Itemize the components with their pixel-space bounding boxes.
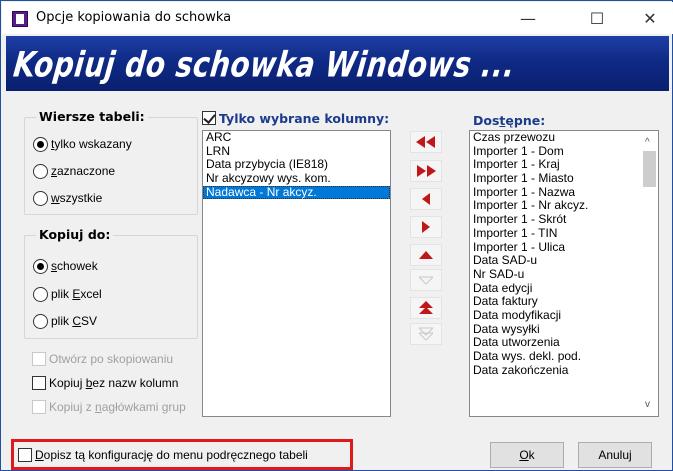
- radio-label: plik Excel: [51, 287, 102, 301]
- radio-only-selected[interactable]: tylko wskazany: [33, 135, 132, 153]
- arrow-right-icon: [422, 221, 430, 233]
- title-bar: Opcje kopiowania do schowka — ☐ ✕: [2, 2, 673, 34]
- maximize-button[interactable]: ☐: [574, 3, 620, 34]
- checkbox-label: Dopisz tą konfigurację do menu podręczne…: [35, 448, 308, 462]
- radio-label: zaznaczone: [51, 164, 116, 178]
- cancel-button[interactable]: Anuluj: [578, 442, 652, 468]
- move-all-left-button[interactable]: [410, 131, 442, 153]
- ok-button[interactable]: Ok: [490, 442, 564, 468]
- radio-all[interactable]: wszystkie: [33, 189, 102, 207]
- move-to-bottom-button[interactable]: [410, 323, 442, 345]
- available-columns-list[interactable]: Czas przewozu Importer 1 - Dom Importer 1 …: [469, 130, 659, 417]
- scroll-up-icon[interactable]: ^: [645, 137, 650, 148]
- available-scrollbar[interactable]: ^ v: [641, 131, 658, 416]
- check-open-after-copy[interactable]: Otwórz po skopiowaniu: [32, 350, 173, 368]
- list-item[interactable]: Importer 1 - Nazwa: [470, 185, 641, 200]
- list-item[interactable]: Data edycji: [470, 281, 641, 296]
- check-only-selected-columns[interactable]: Tylko wybrane kolumny:: [202, 109, 389, 127]
- radio-indicator[interactable]: [33, 190, 48, 206]
- list-item[interactable]: Importer 1 - Nr akcyz.: [470, 199, 641, 213]
- scroll-down-icon[interactable]: v: [645, 399, 650, 410]
- selected-columns-list[interactable]: ARC LRN Data przybycia (IE818) Nr akcyzowy …: [202, 130, 391, 417]
- list-item[interactable]: Data zakończenia: [470, 363, 641, 378]
- radio-label: wszystkie: [51, 191, 103, 205]
- radio-indicator[interactable]: [33, 136, 48, 152]
- list-item[interactable]: Czas przewozu: [470, 131, 641, 145]
- radio-label: tylko wskazany: [51, 137, 132, 151]
- list-item[interactable]: Nr akcyzowy wys. kom.: [203, 171, 390, 186]
- list-item[interactable]: Importer 1 - Ulica: [470, 240, 641, 255]
- check-copy-group-headers[interactable]: Kopiuj z nagłówkami grup: [32, 398, 186, 416]
- list-item[interactable]: Data modyfikacji: [470, 308, 641, 323]
- move-all-right-button[interactable]: [410, 160, 442, 182]
- list-item[interactable]: Importer 1 - TIN: [470, 226, 641, 241]
- arrow-left-icon: [422, 193, 430, 205]
- arrow-down-icon: [419, 276, 433, 285]
- move-down-button[interactable]: [410, 269, 442, 291]
- list-item[interactable]: Data przybycia (IE818): [203, 158, 390, 172]
- list-item[interactable]: Nadawca - Nr akcyz.: [203, 185, 390, 200]
- checkbox-label: Kopiuj bez nazw kolumn: [49, 376, 179, 390]
- radio-indicator[interactable]: [33, 258, 48, 274]
- checkbox-label: Kopiuj z nagłówkami grup: [49, 400, 186, 414]
- checkbox-indicator[interactable]: [18, 448, 32, 462]
- list-item[interactable]: Data utworzenia: [470, 336, 641, 350]
- move-right-button[interactable]: [410, 216, 442, 238]
- checkbox-indicator[interactable]: [202, 111, 216, 125]
- radio-label: plik CSV: [51, 314, 98, 328]
- available-label: Dostępne:: [473, 113, 546, 128]
- move-up-button[interactable]: [410, 244, 442, 266]
- banner-title: Kopiuj do schowka Windows ...: [11, 44, 518, 86]
- checkbox-indicator[interactable]: [32, 400, 46, 414]
- radio-label: schowek: [51, 259, 98, 273]
- list-item[interactable]: Importer 1 - Kraj: [470, 158, 641, 172]
- radio-clipboard[interactable]: schowek: [33, 257, 98, 275]
- copy-to-title: Kopiuj do:: [36, 227, 114, 242]
- scrollbar-thumb[interactable]: [643, 151, 656, 187]
- window-title: Opcje kopiowania do schowka: [36, 10, 232, 25]
- list-item[interactable]: Data SAD-u: [470, 253, 641, 268]
- list-item[interactable]: ARC: [203, 131, 390, 145]
- radio-csv-file[interactable]: plik CSV: [33, 312, 97, 330]
- check-add-to-context-menu[interactable]: Dopisz tą konfigurację do menu podręczne…: [18, 446, 308, 464]
- dialog-window: Opcje kopiowania do schowka — ☐ ✕ Kopiuj…: [0, 0, 673, 471]
- double-arrow-right-icon: [417, 165, 436, 177]
- dialog-content: Wiersze tabeli: tylko wskazany zaznaczon…: [6, 92, 669, 468]
- check-copy-without-names[interactable]: Kopiuj bez nazw kolumn: [32, 374, 178, 392]
- radio-indicator[interactable]: [33, 163, 48, 179]
- checkbox-indicator[interactable]: [32, 376, 46, 390]
- radio-marked[interactable]: zaznaczone: [33, 162, 115, 180]
- checkbox-indicator[interactable]: [32, 352, 46, 366]
- radio-indicator[interactable]: [33, 286, 48, 302]
- header-banner: Kopiuj do schowka Windows ...: [6, 36, 669, 91]
- list-item[interactable]: Data wysyłki: [470, 322, 641, 337]
- radio-indicator[interactable]: [33, 313, 48, 329]
- double-arrow-left-icon: [416, 136, 435, 148]
- checkbox-label: Otwórz po skopiowaniu: [49, 352, 174, 366]
- radio-excel-file[interactable]: plik Excel: [33, 285, 102, 303]
- arrow-to-top-icon: [419, 301, 433, 314]
- checkbox-label: Tylko wybrane kolumny:: [219, 110, 390, 126]
- move-left-button[interactable]: [410, 188, 442, 210]
- list-item[interactable]: LRN: [203, 144, 390, 159]
- list-item[interactable]: Nr SAD-u: [470, 267, 641, 282]
- list-item[interactable]: Importer 1 - Dom: [470, 144, 641, 159]
- arrow-to-bottom-icon: [419, 327, 433, 341]
- list-item[interactable]: Importer 1 - Miasto: [470, 171, 641, 186]
- table-rows-title: Wiersze tabeli:: [36, 109, 148, 124]
- list-item[interactable]: Data wys. dekl. pod.: [470, 349, 641, 364]
- close-button[interactable]: ✕: [627, 3, 673, 34]
- move-to-top-button[interactable]: [410, 297, 442, 319]
- list-item[interactable]: Data faktury: [470, 295, 641, 309]
- list-item[interactable]: Importer 1 - Skrót: [470, 212, 641, 227]
- arrow-up-icon: [419, 250, 433, 259]
- minimize-button[interactable]: —: [505, 3, 551, 34]
- app-icon: [12, 11, 28, 27]
